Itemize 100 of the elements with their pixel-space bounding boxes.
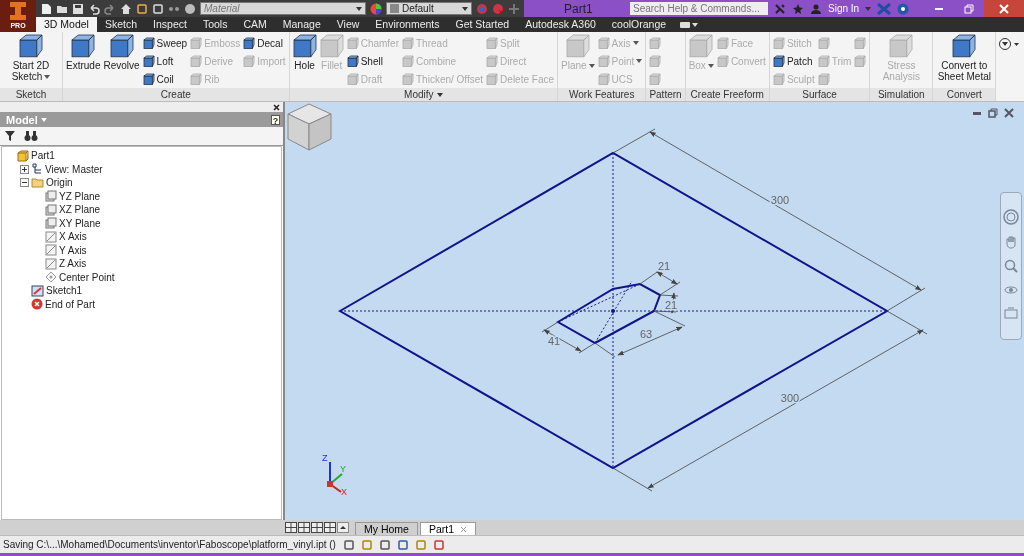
tree-item[interactable]: Center Point (59, 271, 115, 283)
cube-icon (190, 55, 203, 67)
ribbon-tab[interactable]: Get Started (447, 17, 518, 32)
caret-icon (44, 75, 51, 80)
zoom-icon[interactable] (1004, 259, 1018, 273)
panel-title: Sketch (0, 88, 62, 101)
tree-item[interactable]: Z Axis (59, 258, 87, 270)
steering-wheel-icon[interactable] (1003, 209, 1019, 225)
help-button[interactable]: ? (271, 114, 280, 125)
close-icon[interactable] (273, 103, 280, 111)
star-icon[interactable] (792, 2, 804, 15)
tree-item[interactable]: View: Master (45, 163, 103, 175)
filter-icon[interactable] (4, 130, 16, 142)
restore-icon[interactable] (988, 108, 998, 118)
cube-icon (142, 55, 155, 67)
overflow-menu-icon[interactable] (998, 38, 1021, 50)
caret-icon (588, 64, 595, 69)
plus-icon[interactable] (508, 2, 520, 15)
cube-icon (346, 55, 359, 67)
ribbon-tab[interactable]: coolOrange (603, 17, 675, 32)
undo-icon[interactable] (88, 2, 100, 15)
ribbon-button[interactable]: Hole (291, 34, 318, 71)
save-icon[interactable] (72, 2, 84, 15)
ribbon-button[interactable]: Start 2D Sketch (2, 34, 60, 82)
cube-icon (854, 37, 867, 49)
ribbon-button[interactable]: Loft (141, 52, 189, 70)
ribbon-tab[interactable]: View (328, 17, 368, 32)
panel-title: Work Features (558, 88, 646, 101)
layout-icon[interactable] (324, 522, 336, 533)
ribbon-tab[interactable]: Manage (274, 17, 329, 32)
tree-item[interactable]: Sketch1 (46, 285, 83, 297)
close-icon (999, 3, 1009, 14)
folder-icon (31, 177, 44, 189)
tree-item[interactable]: Origin (46, 177, 73, 189)
plane-icon (45, 203, 57, 216)
close-button[interactable] (984, 0, 1024, 17)
document-tab[interactable]: Part1 (419, 522, 477, 535)
cube-icon (649, 37, 662, 49)
ribbon-button[interactable]: Decal (242, 34, 287, 52)
cube-icon (565, 34, 590, 58)
center-point (611, 309, 615, 313)
home-icon[interactable] (120, 2, 132, 15)
panel-title: Simulation (870, 88, 933, 101)
tree-item[interactable]: XZ Plane (59, 204, 101, 216)
tree-item[interactable]: YZ Plane (59, 190, 101, 202)
caret-icon (40, 117, 47, 122)
ribbon-tab[interactable]: Environments (367, 17, 448, 32)
cube-icon (952, 34, 977, 58)
tree-item[interactable]: Part1 (31, 150, 55, 162)
cube-icon (597, 73, 610, 85)
panel-title: Convert (933, 88, 996, 101)
layout-icon[interactable] (311, 522, 323, 533)
cube-icon (142, 37, 155, 49)
cube-icon (772, 73, 785, 85)
layout-icon[interactable] (298, 522, 310, 533)
binoculars-icon[interactable] (24, 130, 38, 142)
ribbon-button[interactable]: Convert to Sheet Metal (935, 34, 994, 82)
ribbon-tab[interactable]: Tools (194, 17, 236, 32)
new-file-icon[interactable] (40, 2, 52, 15)
dimension-text: 21 (657, 260, 671, 272)
ribbon-button[interactable]: Revolve (102, 34, 141, 71)
ribbon-button[interactable]: Extrude (65, 34, 102, 71)
color-wheel-icon[interactable] (370, 2, 382, 15)
appearance-dropdown[interactable]: Default (386, 2, 472, 15)
sign-in-button[interactable]: Sign In (828, 3, 860, 14)
window-title: Part1 (564, 1, 594, 16)
dimension-text: 300 (770, 194, 790, 206)
ribbon-tab[interactable]: Autodesk A360 (517, 17, 604, 32)
cube-icon (190, 37, 203, 49)
cube-icon (142, 73, 155, 85)
caret-icon (436, 92, 443, 97)
dimension-text: 63 (639, 328, 653, 340)
ribbon-tab[interactable]: Inspect (145, 17, 195, 32)
beam-logo-icon (7, 0, 29, 22)
panel-title: Create Freeform (685, 88, 769, 101)
ribbon-tab[interactable]: Sketch (96, 17, 146, 32)
ribbon-button[interactable]: Coil (141, 70, 189, 88)
cube-icon (486, 37, 499, 49)
ribbon-tab[interactable]: CAM (235, 17, 275, 32)
tree-item[interactable]: XY Plane (59, 217, 101, 229)
ribbon-button[interactable]: Sweep (141, 34, 189, 52)
tree-item[interactable]: X Axis (59, 231, 87, 243)
expand-toggle-icon[interactable] (20, 178, 29, 188)
layout-icon[interactable] (285, 522, 297, 533)
cube-icon (817, 37, 830, 49)
tree-item[interactable]: Y Axis (59, 244, 87, 256)
tree-item[interactable]: End of Part (45, 298, 96, 310)
plane-icon (45, 217, 57, 230)
expand-toggle-icon[interactable] (20, 164, 29, 174)
document-tab[interactable]: My Home (355, 522, 418, 535)
search-field[interactable]: Search Help & Commands... (630, 2, 768, 15)
cube-icon (649, 73, 662, 85)
cube-icon (716, 37, 729, 49)
ribbon-button[interactable]: Patch (771, 52, 816, 70)
ribbon-tab[interactable]: 3D Model (36, 17, 97, 32)
caret-icon (636, 59, 643, 63)
caret-icon (462, 6, 468, 11)
view-tree-icon (31, 163, 43, 176)
ribbon-button[interactable]: Shell (345, 52, 400, 70)
minimize-icon[interactable] (972, 111, 982, 115)
